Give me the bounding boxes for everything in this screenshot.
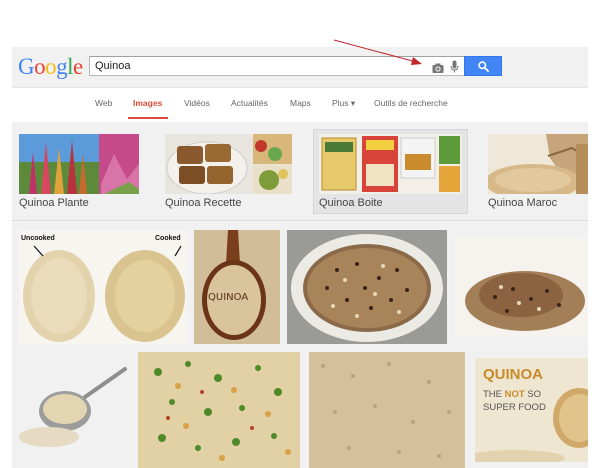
results-divider bbox=[12, 220, 588, 221]
search-header: Google bbox=[12, 47, 588, 88]
related-label-maroc[interactable]: Quinoa Maroc bbox=[488, 197, 557, 209]
image-result-spoon-quinoa[interactable]: QUINOA bbox=[194, 230, 280, 344]
search-input[interactable] bbox=[95, 58, 415, 74]
logo-letter: o bbox=[34, 54, 46, 79]
logo-letter: g bbox=[56, 54, 68, 79]
search-box bbox=[89, 56, 465, 76]
image-result-quinoa-pile[interactable] bbox=[455, 237, 588, 337]
search-button[interactable] bbox=[464, 56, 502, 76]
google-logo[interactable]: Google bbox=[18, 53, 83, 81]
image-results-panel: Quinoa Plante Quinoa Recette Quinoa Boit… bbox=[12, 122, 588, 468]
label-cooked: Cooked bbox=[155, 235, 181, 242]
poster-line-2: SUPER FOOD bbox=[483, 402, 546, 413]
tab-more[interactable]: Plus ▾ bbox=[332, 98, 355, 109]
tab-web[interactable]: Web bbox=[95, 98, 112, 108]
tab-news[interactable]: Actualités bbox=[231, 98, 268, 108]
image-result-quinoa-bowl[interactable] bbox=[287, 230, 447, 344]
related-label-recette[interactable]: Quinoa Recette bbox=[165, 197, 241, 209]
image-result-uncooked-cooked[interactable]: Uncooked Cooked bbox=[19, 230, 187, 344]
logo-letter: G bbox=[18, 54, 35, 79]
active-tab-indicator bbox=[128, 117, 168, 119]
image-result-scoop[interactable] bbox=[19, 367, 129, 452]
image-result-quinoa-grains[interactable] bbox=[309, 352, 465, 468]
tab-search-tools[interactable]: Outils de recherche bbox=[374, 98, 448, 108]
search-tabs: Web Images Vidéos Actualités Maps Plus ▾… bbox=[0, 88, 592, 120]
tab-videos[interactable]: Vidéos bbox=[184, 98, 210, 108]
google-images-page: Google Quinoa Web Images Vidéos Actualit… bbox=[0, 0, 592, 468]
image-result-not-so-superfood[interactable]: QUINOA THE NOT SO SUPER FOOD bbox=[475, 358, 588, 462]
label-uncooked: Uncooked bbox=[21, 235, 55, 242]
related-thumb-plante[interactable] bbox=[19, 134, 139, 194]
poster-line-1-b: NOT bbox=[504, 389, 525, 400]
related-label-plante[interactable]: Quinoa Plante bbox=[19, 197, 89, 209]
poster-title: QUINOA bbox=[483, 366, 543, 383]
poster-line-1: THE NOT SO bbox=[483, 389, 541, 400]
tab-maps[interactable]: Maps bbox=[290, 98, 311, 108]
tab-images[interactable]: Images bbox=[133, 98, 162, 108]
magnifier-icon bbox=[478, 61, 489, 72]
logo-letter: e bbox=[73, 54, 83, 79]
camera-icon[interactable] bbox=[432, 61, 444, 73]
poster-line-1-c: SO bbox=[524, 389, 542, 400]
label-spoon-quinoa: QUINOA bbox=[208, 292, 249, 303]
related-thumb-boite[interactable] bbox=[319, 134, 462, 194]
poster-line-1-a: THE bbox=[483, 389, 505, 400]
mic-icon[interactable] bbox=[450, 60, 459, 73]
related-label-boite[interactable]: Quinoa Boite bbox=[319, 197, 383, 209]
image-result-quinoa-salad[interactable] bbox=[138, 352, 300, 468]
logo-letter: o bbox=[45, 54, 57, 79]
related-thumb-recette[interactable] bbox=[165, 134, 292, 194]
related-thumb-maroc[interactable] bbox=[488, 134, 588, 194]
